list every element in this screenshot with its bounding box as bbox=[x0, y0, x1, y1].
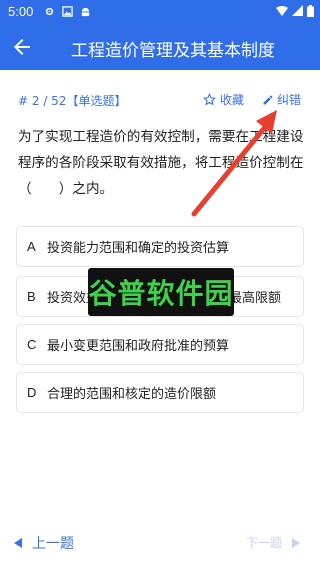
question-text: 为了实现工程造价的有效控制，需要在工程建设程序的各阶段采取有效措施，将工程造价控… bbox=[18, 129, 304, 197]
next-label: 下一题 bbox=[246, 536, 283, 550]
star-icon bbox=[203, 93, 216, 106]
back-arrow-icon[interactable] bbox=[10, 35, 34, 59]
option-text: 最小变更范围和政府批准的预算 bbox=[47, 339, 230, 354]
option-text: 投资能力范围和确定的投资估算 bbox=[47, 241, 230, 256]
option-a[interactable]: A 投资能力范围和确定的投资估算 bbox=[16, 226, 304, 267]
option-text: 合理的范围和核定的造价限额 bbox=[47, 387, 217, 402]
pencil-icon bbox=[263, 95, 273, 104]
option-letter: C bbox=[27, 337, 37, 352]
triangle-left-icon bbox=[14, 538, 22, 548]
correction-button[interactable]: 纠错 bbox=[262, 91, 301, 108]
option-letter: B bbox=[27, 289, 36, 304]
question-meta: # 2 / 52【单选题】 bbox=[18, 92, 126, 109]
option-letter: D bbox=[27, 385, 37, 400]
triangle-right-icon bbox=[292, 537, 301, 548]
previous-question-button[interactable]: 上一题 bbox=[14, 533, 74, 553]
question-type: 【单选题】 bbox=[66, 94, 127, 108]
settings-icon bbox=[45, 7, 54, 16]
app-bar: 工程造价管理及其基本制度 bbox=[0, 24, 320, 70]
android-icon bbox=[81, 7, 90, 17]
option-d[interactable]: D 合理的范围和核定的造价限额 bbox=[16, 372, 304, 413]
question-index: # 2 / 52 bbox=[18, 94, 67, 108]
option-letter: A bbox=[27, 239, 36, 254]
correction-label: 纠错 bbox=[277, 93, 302, 107]
watermark-logo: 谷普软件园 bbox=[88, 268, 234, 316]
previous-label: 上一题 bbox=[32, 536, 74, 552]
image-icon bbox=[62, 6, 73, 17]
status-bar: 5:00 bbox=[0, 0, 320, 24]
wifi-icon bbox=[276, 6, 288, 16]
battery-icon bbox=[307, 5, 314, 17]
signal-icon bbox=[292, 5, 303, 16]
page-title: 工程造价管理及其基本制度 bbox=[71, 41, 275, 61]
next-question-button[interactable]: 下一题 bbox=[246, 534, 301, 551]
status-time: 5:00 bbox=[8, 4, 34, 19]
favorite-label: 收藏 bbox=[220, 93, 245, 107]
option-c[interactable]: C 最小变更范围和政府批准的预算 bbox=[16, 324, 304, 365]
favorite-button[interactable]: 收藏 bbox=[203, 91, 244, 108]
